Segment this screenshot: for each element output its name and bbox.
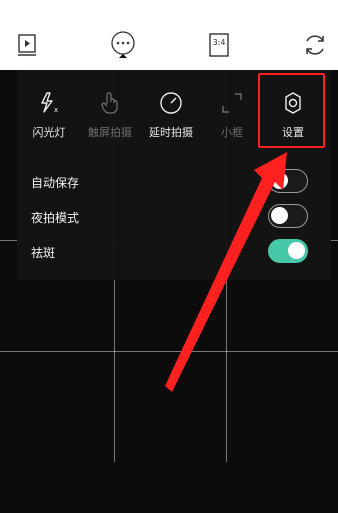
tool-label: 延时拍摄	[149, 126, 193, 139]
switch-camera-icon	[306, 35, 324, 55]
aspect-ratio-button[interactable]: 3:4	[204, 30, 234, 60]
tool-flash[interactable]: x 闪光灯	[19, 90, 79, 160]
flash-auto-icon: x	[36, 90, 62, 116]
settings-highlight-box	[258, 73, 325, 148]
auto-save-toggle[interactable]	[268, 169, 308, 193]
more-options-icon	[111, 31, 135, 58]
freckle-removal-toggle[interactable]	[268, 239, 308, 263]
setting-label: 祛斑	[31, 246, 56, 260]
tool-label: 闪光灯	[32, 126, 66, 139]
setting-label: 自动保存	[31, 176, 80, 190]
grid-line	[0, 351, 338, 352]
tool-small-frame[interactable]: 小框	[202, 90, 262, 160]
toggle-knob	[271, 207, 288, 224]
tool-label: 触屏拍摄	[88, 126, 132, 139]
setting-row-freckle-removal: 祛斑	[17, 235, 331, 271]
top-toolbar: 3:4	[0, 0, 338, 70]
small-frame-icon	[219, 90, 245, 116]
tool-timer[interactable]: 延时拍摄	[141, 90, 201, 160]
aspect-ratio-label: 3:4	[212, 38, 226, 47]
switch-camera-button[interactable]	[300, 30, 330, 60]
video-mode-button[interactable]	[12, 30, 42, 60]
setting-label: 夜拍模式	[31, 211, 80, 225]
toggle-knob	[288, 242, 305, 259]
touch-capture-icon	[97, 90, 123, 116]
setting-row-auto-save: 自动保存	[17, 165, 331, 201]
more-options-button[interactable]	[108, 30, 138, 60]
timer-icon	[158, 90, 184, 116]
toggle-knob	[271, 172, 288, 189]
tool-label: 小框	[221, 126, 243, 139]
video-mode-icon	[18, 34, 36, 56]
svg-text:x: x	[54, 106, 58, 114]
setting-row-night-mode: 夜拍模式	[17, 200, 331, 236]
tool-touch-capture[interactable]: 触屏拍摄	[80, 90, 140, 160]
night-mode-toggle[interactable]	[268, 204, 308, 228]
